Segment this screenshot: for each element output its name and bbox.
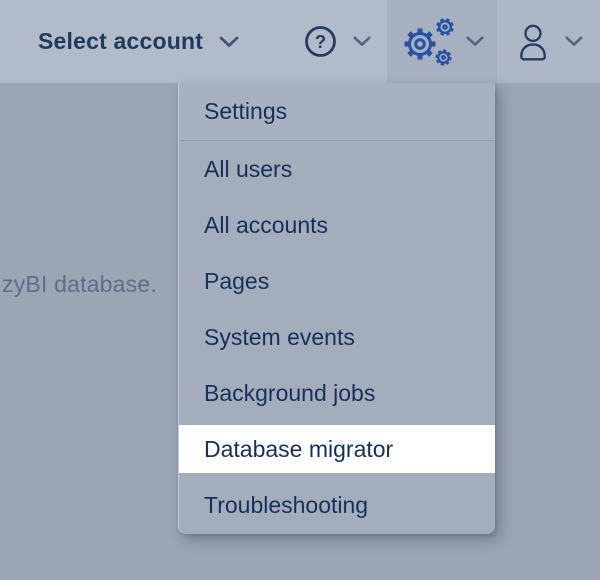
chevron-down-icon [466,36,484,47]
settings-dropdown-menu: Settings All users All accounts Pages Syste… [178,83,495,534]
chevron-down-icon [353,36,371,47]
topbar-spacer [239,0,287,83]
menu-item-pages[interactable]: Pages [179,257,495,305]
page-background-text: zyBI database. [2,271,157,298]
chevron-down-icon [565,36,583,47]
topbar: Select account ? [0,0,600,83]
gears-icon [401,16,457,68]
settings-menu-list: All users All accounts Pages System events B… [179,141,495,533]
settings-menu-trigger[interactable] [387,0,497,83]
svg-text:?: ? [314,31,325,52]
user-menu-trigger[interactable] [497,0,600,83]
menu-item-all-users[interactable]: All users [179,145,495,193]
account-selector-label: Select account [38,28,203,55]
account-selector[interactable]: Select account [0,0,239,83]
menu-item-troubleshooting[interactable]: Troubleshooting [179,481,495,529]
menu-item-background-jobs[interactable]: Background jobs [179,369,495,417]
help-menu-trigger[interactable]: ? [287,0,387,83]
app-screen: Select account ? [0,0,600,580]
menu-item-all-accounts[interactable]: All accounts [179,201,495,249]
question-circle-icon: ? [304,25,337,58]
menu-item-settings[interactable]: Settings [179,83,495,141]
menu-item-database-migrator[interactable]: Database migrator [179,425,495,473]
menu-item-system-events[interactable]: System events [179,313,495,361]
chevron-down-icon [219,36,239,48]
person-icon [514,20,552,64]
